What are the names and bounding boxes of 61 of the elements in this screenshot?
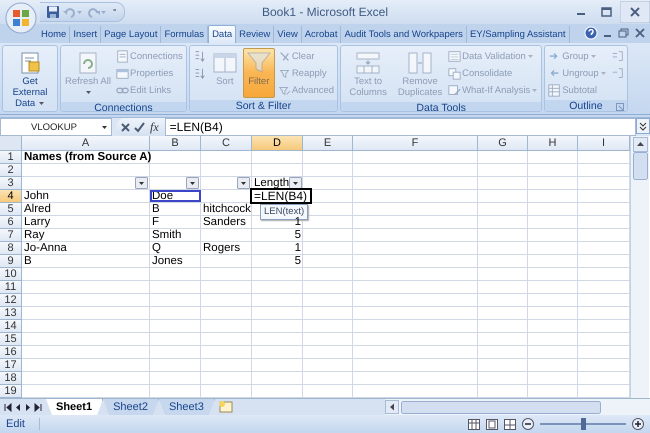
- row-header[interactable]: 5: [0, 203, 22, 216]
- cell-text: Sanders: [203, 216, 246, 228]
- cell-text: 1: [294, 242, 301, 254]
- cell-text: Length: [254, 177, 290, 189]
- row-header[interactable]: 19: [0, 385, 22, 398]
- column-header[interactable]: C: [201, 136, 252, 151]
- cell-text: Ray: [24, 229, 44, 241]
- cell-text: 5: [294, 255, 301, 267]
- cell-text: F: [152, 216, 160, 228]
- row-header[interactable]: 7: [0, 229, 22, 242]
- row-header[interactable]: 2: [0, 164, 22, 177]
- cell-text: John: [24, 190, 49, 202]
- cell-text: hitchcock: [203, 203, 251, 215]
- row-header[interactable]: 8: [0, 242, 22, 255]
- column-header[interactable]: D: [252, 136, 303, 151]
- cell-text: Jones: [152, 255, 183, 267]
- column-header[interactable]: G: [478, 136, 528, 151]
- row-header[interactable]: 18: [0, 372, 22, 385]
- window-title: Book1 - Microsoft Excel: [262, 5, 388, 19]
- cell-text: Alred: [24, 203, 51, 215]
- row-header[interactable]: 1: [0, 151, 22, 164]
- cell-text: Names (from Source A): [24, 151, 152, 163]
- column-header[interactable]: F: [353, 136, 478, 151]
- cell-text: Jo-Anna: [24, 242, 67, 254]
- column-header[interactable]: B: [150, 136, 201, 151]
- cell-text: B: [24, 255, 32, 267]
- cell-text: B: [152, 203, 160, 215]
- row-header[interactable]: 3: [0, 177, 22, 190]
- row-header[interactable]: 15: [0, 333, 22, 346]
- row-header[interactable]: 13: [0, 307, 22, 320]
- sheet-tab[interactable]: Sheet3: [158, 399, 215, 415]
- group-label: Connections: [94, 102, 153, 111]
- column-header[interactable]: I: [578, 136, 630, 151]
- cell-text: Smith: [152, 229, 182, 241]
- ribbon-tab[interactable]: Data: [208, 25, 236, 43]
- cell-text: Rogers: [203, 242, 240, 254]
- column-header[interactable]: H: [528, 136, 578, 151]
- name-box[interactable]: VLOOKUP: [0, 118, 112, 136]
- row-header[interactable]: 9: [0, 255, 22, 268]
- cell-text: Larry: [24, 216, 50, 228]
- group-label: Sort & Filter: [236, 100, 292, 111]
- cell-text: Q: [152, 242, 161, 254]
- row-header[interactable]: 14: [0, 320, 22, 333]
- row-header[interactable]: 4: [0, 190, 22, 203]
- row-header[interactable]: 10: [0, 268, 22, 281]
- ribbon-button[interactable]: Get External Data: [5, 48, 55, 111]
- sheet-tab[interactable]: Sheet1: [46, 399, 104, 415]
- customize-toolbar-button[interactable]: ⁼: [113, 5, 116, 19]
- row-header[interactable]: 11: [0, 281, 22, 294]
- column-header[interactable]: A: [22, 136, 150, 151]
- status-mode: Edit: [6, 418, 40, 430]
- group-label: Data Tools: [416, 102, 466, 111]
- column-header[interactable]: E: [303, 136, 353, 151]
- cell-text: 5: [294, 229, 301, 241]
- row-header[interactable]: 12: [0, 294, 22, 307]
- group-label: Outline: [569, 100, 603, 111]
- formula-field[interactable]: =LEN(B4): [164, 118, 636, 136]
- sheet-tab[interactable]: Sheet2: [103, 399, 159, 415]
- row-header[interactable]: 17: [0, 359, 22, 372]
- row-header[interactable]: 16: [0, 346, 22, 359]
- row-header[interactable]: 6: [0, 216, 22, 229]
